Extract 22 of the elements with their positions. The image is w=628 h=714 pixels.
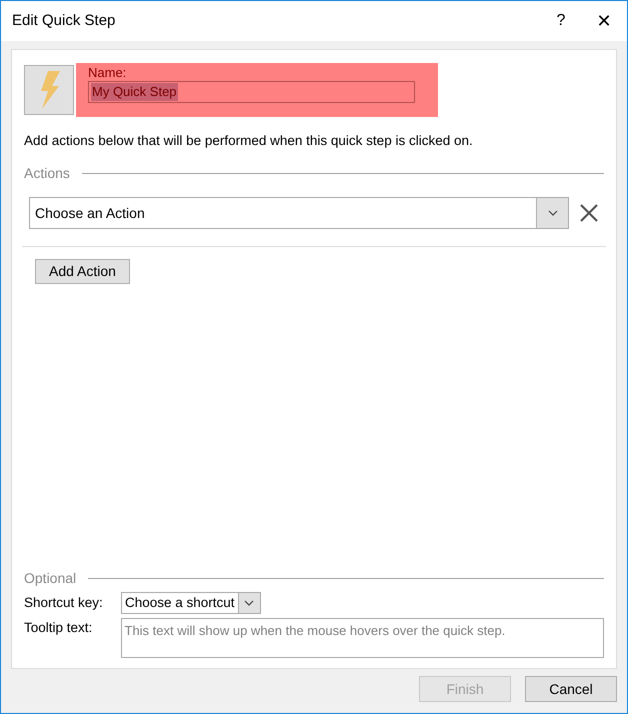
chevron-down-icon	[548, 210, 558, 216]
chevron-down-icon	[244, 600, 254, 606]
description-text: Add actions below that will be performed when this quick step is clicked on.	[24, 132, 474, 150]
action-dropdown-value: Choose an Action	[34, 204, 146, 223]
close-icon[interactable]	[579, 204, 599, 222]
optional-heading: Optional	[24, 569, 76, 588]
dialog-button[interactable]: Cancel	[525, 676, 617, 702]
shortcut-dropdown-value: Choose a shortcut	[124, 594, 236, 612]
dropdown-arrow-button[interactable]	[238, 593, 260, 613]
add-action-button[interactable]: Add Action	[35, 259, 130, 284]
help-button[interactable]: ?	[541, 1, 581, 41]
name-value: My Quick Step	[91, 83, 178, 101]
action-dropdown[interactable]: Choose an Action	[29, 197, 569, 230]
tooltip-text-label: Tooltip text:	[24, 619, 94, 637]
shortcut-key-label: Shortcut key:	[24, 594, 104, 612]
close-button[interactable]: ✕	[581, 1, 627, 41]
name-label: Name:	[88, 65, 128, 81]
tooltip-text-field[interactable]: This text will show up when the mouse hovers over the quick step.	[120, 618, 604, 658]
shortcut-dropdown[interactable]: Choose a shortcut	[121, 592, 261, 614]
actions-heading: Actions	[24, 164, 70, 184]
lightning-bolt-icon	[38, 71, 60, 109]
window-title: Edit Quick Step	[12, 10, 116, 31]
